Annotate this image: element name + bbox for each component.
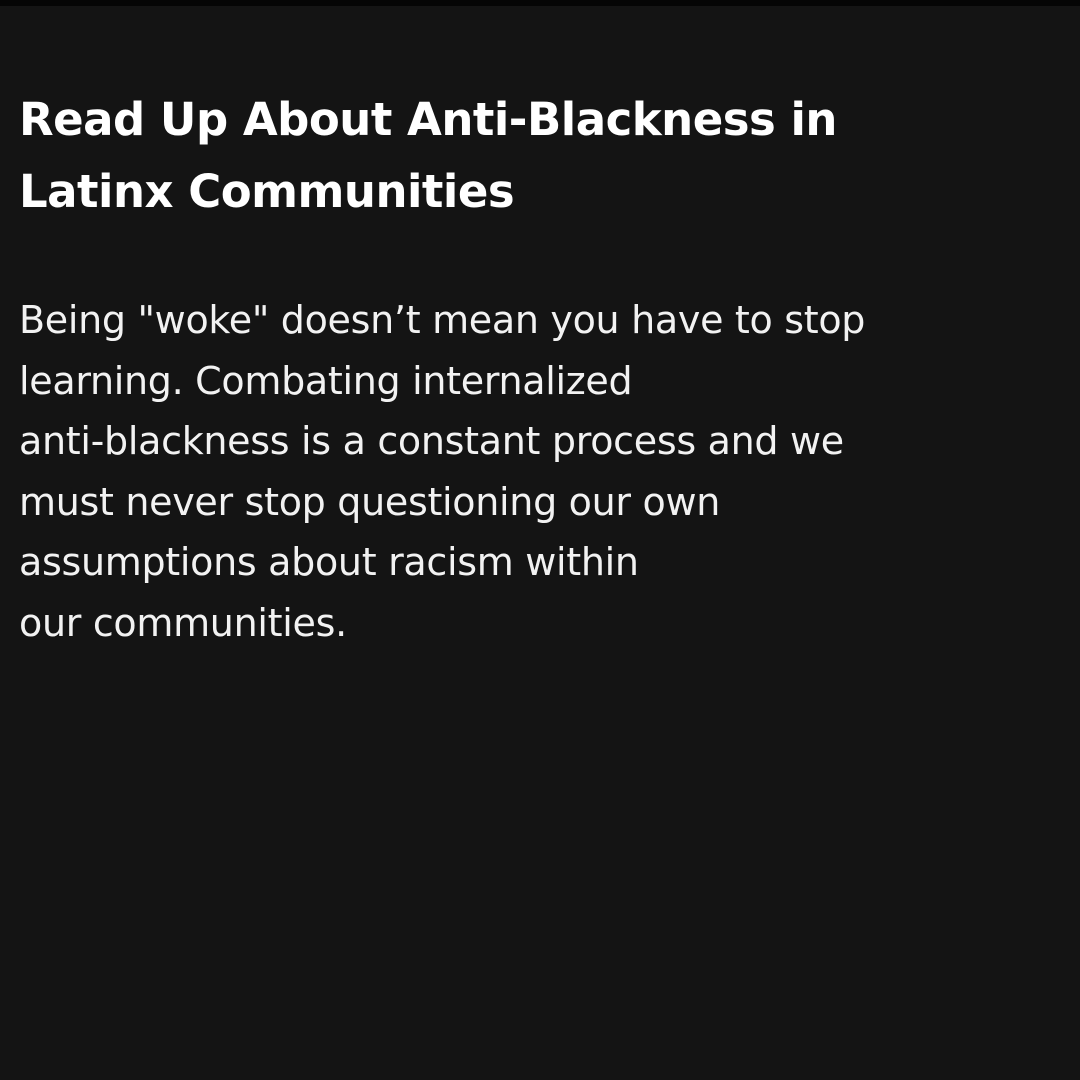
post-body-line: Being "woke" doesn’t mean you have to st… [19, 298, 866, 342]
post-body: Being "woke" doesn’t mean you have to st… [19, 290, 1059, 653]
post-body-line: learning. Combating internalized [19, 358, 633, 403]
post-title-line: Read Up About Anti-Blackness in [19, 93, 837, 146]
post-body-line: anti-blackness is a constant process and… [19, 419, 844, 463]
post-title-line: Latinx Communities [19, 165, 515, 218]
post-card: Read Up About Anti-Blackness in Latinx C… [0, 0, 1080, 1080]
post-body-line: our communities. [19, 600, 347, 645]
post-body-line: assumptions about racism within [19, 540, 639, 584]
post-title: Read Up About Anti-Blackness in Latinx C… [19, 84, 1059, 228]
post-body-line: must never stop questioning our own [19, 479, 721, 524]
post-content: Read Up About Anti-Blackness in Latinx C… [19, 84, 1059, 653]
